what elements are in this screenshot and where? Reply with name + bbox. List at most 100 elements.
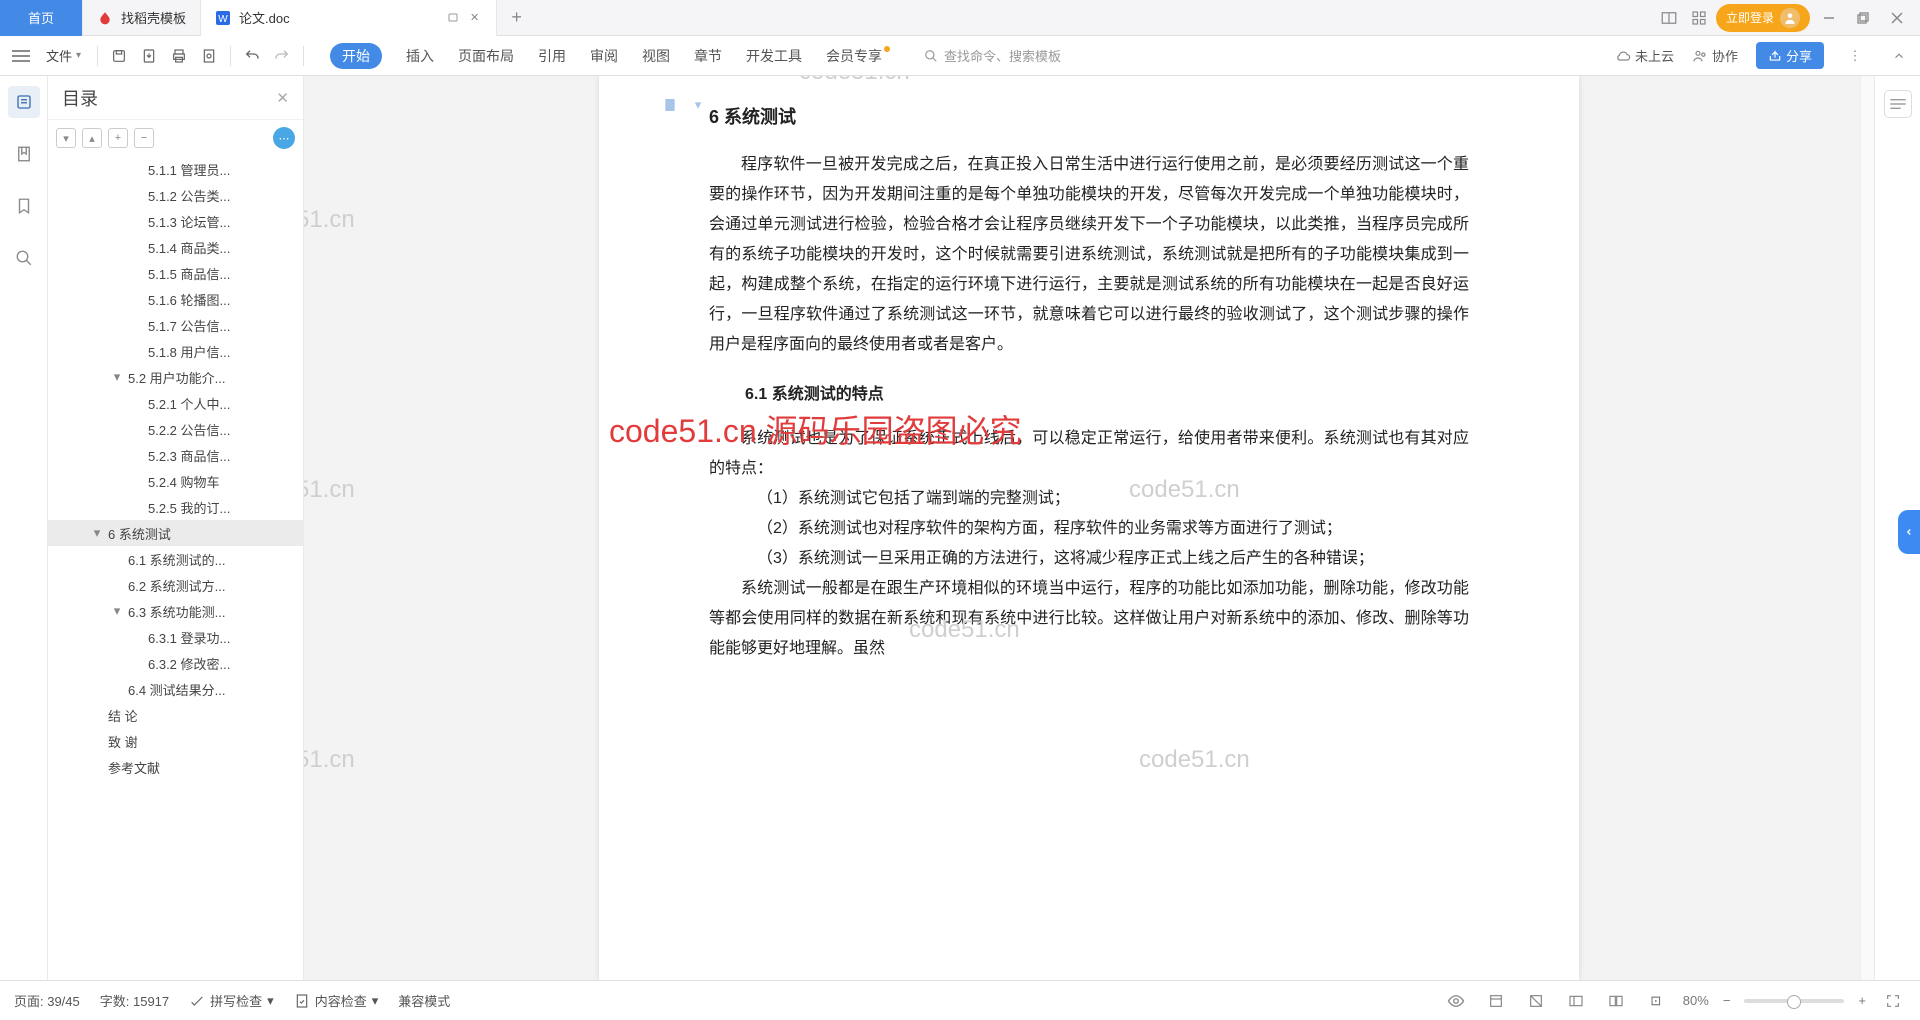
collab-button[interactable]: 协作 bbox=[1692, 46, 1738, 65]
more-icon[interactable]: ⋮ bbox=[1842, 43, 1868, 69]
redo-icon[interactable] bbox=[269, 43, 295, 69]
command-search[interactable]: 查找命令、搜索模板 bbox=[924, 46, 1061, 65]
tree-item[interactable]: 6.3.1 登录功... bbox=[48, 624, 303, 650]
print-icon[interactable] bbox=[166, 43, 192, 69]
tree-item[interactable]: 5.1.5 商品信... bbox=[48, 260, 303, 286]
share-button[interactable]: 分享 bbox=[1756, 42, 1824, 69]
page-more-icon[interactable]: ▾ bbox=[687, 94, 709, 116]
view-web-icon[interactable] bbox=[1523, 988, 1549, 1014]
minimize-button[interactable] bbox=[1814, 3, 1844, 33]
remove-icon[interactable]: − bbox=[134, 128, 154, 148]
collapse-ribbon-icon[interactable] bbox=[1886, 43, 1912, 69]
tree-item[interactable]: 5.1.2 公告类... bbox=[48, 182, 303, 208]
zoom-in-button[interactable]: + bbox=[1858, 993, 1866, 1008]
compat-mode[interactable]: 兼容模式 bbox=[398, 991, 450, 1010]
preview-icon[interactable] bbox=[196, 43, 222, 69]
feedback-tab[interactable] bbox=[1898, 510, 1920, 554]
ribbon-tab-start[interactable]: 开始 bbox=[330, 43, 382, 69]
zoom-out-button[interactable]: − bbox=[1723, 993, 1731, 1008]
page-indicator[interactable]: 页面: 39/45 bbox=[14, 991, 80, 1010]
tab-document[interactable]: W 论文.doc ✕ bbox=[201, 0, 497, 36]
login-button[interactable]: 立即登录 bbox=[1716, 4, 1810, 32]
maximize-button[interactable] bbox=[1848, 3, 1878, 33]
list-item: （2）系统测试也对程序软件的架构方面，程序软件的业务需求等方面进行了测试； bbox=[709, 514, 1469, 544]
avatar-icon bbox=[1780, 8, 1800, 28]
chevron-down-icon[interactable]: ▾ bbox=[110, 603, 124, 619]
tree-item[interactable]: 5.2.3 商品信... bbox=[48, 442, 303, 468]
collapse-all-icon[interactable]: ▾ bbox=[56, 128, 76, 148]
fullscreen-icon[interactable] bbox=[1880, 988, 1906, 1014]
tree-item[interactable]: 5.1.8 用户信... bbox=[48, 338, 303, 364]
tree-item[interactable]: 致 谢 bbox=[48, 728, 303, 754]
expand-all-icon[interactable]: ▴ bbox=[82, 128, 102, 148]
ribbon-tab-view[interactable]: 视图 bbox=[642, 46, 670, 66]
detach-icon[interactable] bbox=[446, 11, 460, 25]
close-panel-icon[interactable]: ✕ bbox=[276, 89, 289, 107]
ribbon-tab-dev[interactable]: 开发工具 bbox=[746, 46, 802, 66]
tree-item[interactable]: 5.1.4 商品类... bbox=[48, 234, 303, 260]
zoom-slider[interactable] bbox=[1744, 999, 1844, 1003]
tree-item[interactable]: ▾6 系统测试 bbox=[48, 520, 303, 546]
page-doc-icon[interactable] bbox=[659, 94, 681, 116]
tree-item[interactable]: 5.2.1 个人中... bbox=[48, 390, 303, 416]
tree-item[interactable]: 结 论 bbox=[48, 702, 303, 728]
file-menu[interactable]: 文件▾ bbox=[38, 46, 89, 65]
tree-item[interactable]: 参考文献 bbox=[48, 754, 303, 780]
ribbon-tab-section[interactable]: 章节 bbox=[694, 46, 722, 66]
layout-icon[interactable] bbox=[1656, 5, 1682, 31]
tree-item[interactable]: ▾5.2 用户功能介... bbox=[48, 364, 303, 390]
new-tab-button[interactable]: + bbox=[497, 0, 537, 36]
view-read-icon[interactable] bbox=[1603, 988, 1629, 1014]
watermark: code51.cn bbox=[304, 206, 355, 234]
tree-item[interactable]: 6.4 测试结果分... bbox=[48, 676, 303, 702]
tree-item[interactable]: 5.2.2 公告信... bbox=[48, 416, 303, 442]
export-icon[interactable] bbox=[136, 43, 162, 69]
word-count[interactable]: 字数: 15917 bbox=[100, 991, 169, 1010]
tree-item[interactable]: 5.2.5 我的订... bbox=[48, 494, 303, 520]
ribbon-tab-insert[interactable]: 插入 bbox=[406, 46, 434, 66]
spellcheck-toggle[interactable]: 拼写检查▾ bbox=[189, 991, 274, 1010]
tree-item[interactable]: 5.1.6 轮播图... bbox=[48, 286, 303, 312]
tab-templates[interactable]: 找稻壳模板 bbox=[83, 0, 201, 36]
save-icon[interactable] bbox=[106, 43, 132, 69]
cloud-status[interactable]: 未上云 bbox=[1615, 46, 1674, 65]
ribbon-rail-icon[interactable] bbox=[8, 190, 40, 222]
close-window-button[interactable] bbox=[1882, 3, 1912, 33]
undo-icon[interactable] bbox=[239, 43, 265, 69]
chevron-down-icon[interactable]: ▾ bbox=[110, 369, 124, 385]
ribbon-tab-review[interactable]: 审阅 bbox=[590, 46, 618, 66]
tree-item-label: 5.2.2 公告信... bbox=[148, 420, 230, 439]
ribbon-tab-layout[interactable]: 页面布局 bbox=[458, 46, 514, 66]
tree-item[interactable]: 5.1.1 管理员... bbox=[48, 156, 303, 182]
tree-item-label: 6.3.2 修改密... bbox=[148, 654, 230, 673]
apps-icon[interactable] bbox=[1686, 5, 1712, 31]
tree-item[interactable]: 6.3.2 修改密... bbox=[48, 650, 303, 676]
tree-item[interactable]: 6.1 系统测试的... bbox=[48, 546, 303, 572]
outline-toggle-icon[interactable] bbox=[8, 86, 40, 118]
eye-icon[interactable] bbox=[1443, 988, 1469, 1014]
sync-icon[interactable]: ⋯ bbox=[273, 127, 295, 149]
bookmark-rail-icon[interactable] bbox=[8, 138, 40, 170]
tree-item[interactable]: 5.1.3 论坛管... bbox=[48, 208, 303, 234]
menu-icon[interactable] bbox=[8, 43, 34, 69]
chevron-down-icon[interactable]: ▾ bbox=[90, 525, 104, 541]
zoom-fit-icon[interactable]: ⊡ bbox=[1643, 988, 1669, 1014]
add-icon[interactable]: + bbox=[108, 128, 128, 148]
ribbon-tab-reference[interactable]: 引用 bbox=[538, 46, 566, 66]
view-page-icon[interactable] bbox=[1483, 988, 1509, 1014]
tree-item[interactable]: ▾6.3 系统功能测... bbox=[48, 598, 303, 624]
tree-item-label: 6.3 系统功能测... bbox=[128, 602, 226, 621]
watermark: code51.cn bbox=[304, 476, 355, 504]
zoom-level[interactable]: 80% bbox=[1683, 993, 1709, 1008]
tree-item[interactable]: 5.1.7 公告信... bbox=[48, 312, 303, 338]
content-check-toggle[interactable]: 内容检查▾ bbox=[294, 991, 379, 1010]
tree-item[interactable]: 5.2.4 购物车 bbox=[48, 468, 303, 494]
search-rail-icon[interactable] bbox=[8, 242, 40, 274]
tab-home[interactable]: 首页 bbox=[0, 0, 83, 36]
close-icon[interactable]: ✕ bbox=[468, 11, 482, 25]
ribbon-tab-vip[interactable]: 会员专享 bbox=[826, 46, 890, 66]
tree-item[interactable]: 6.2 系统测试方... bbox=[48, 572, 303, 598]
right-panel-toggle-icon[interactable] bbox=[1884, 90, 1912, 118]
scrollbar[interactable] bbox=[1860, 76, 1874, 980]
view-outline-icon[interactable] bbox=[1563, 988, 1589, 1014]
